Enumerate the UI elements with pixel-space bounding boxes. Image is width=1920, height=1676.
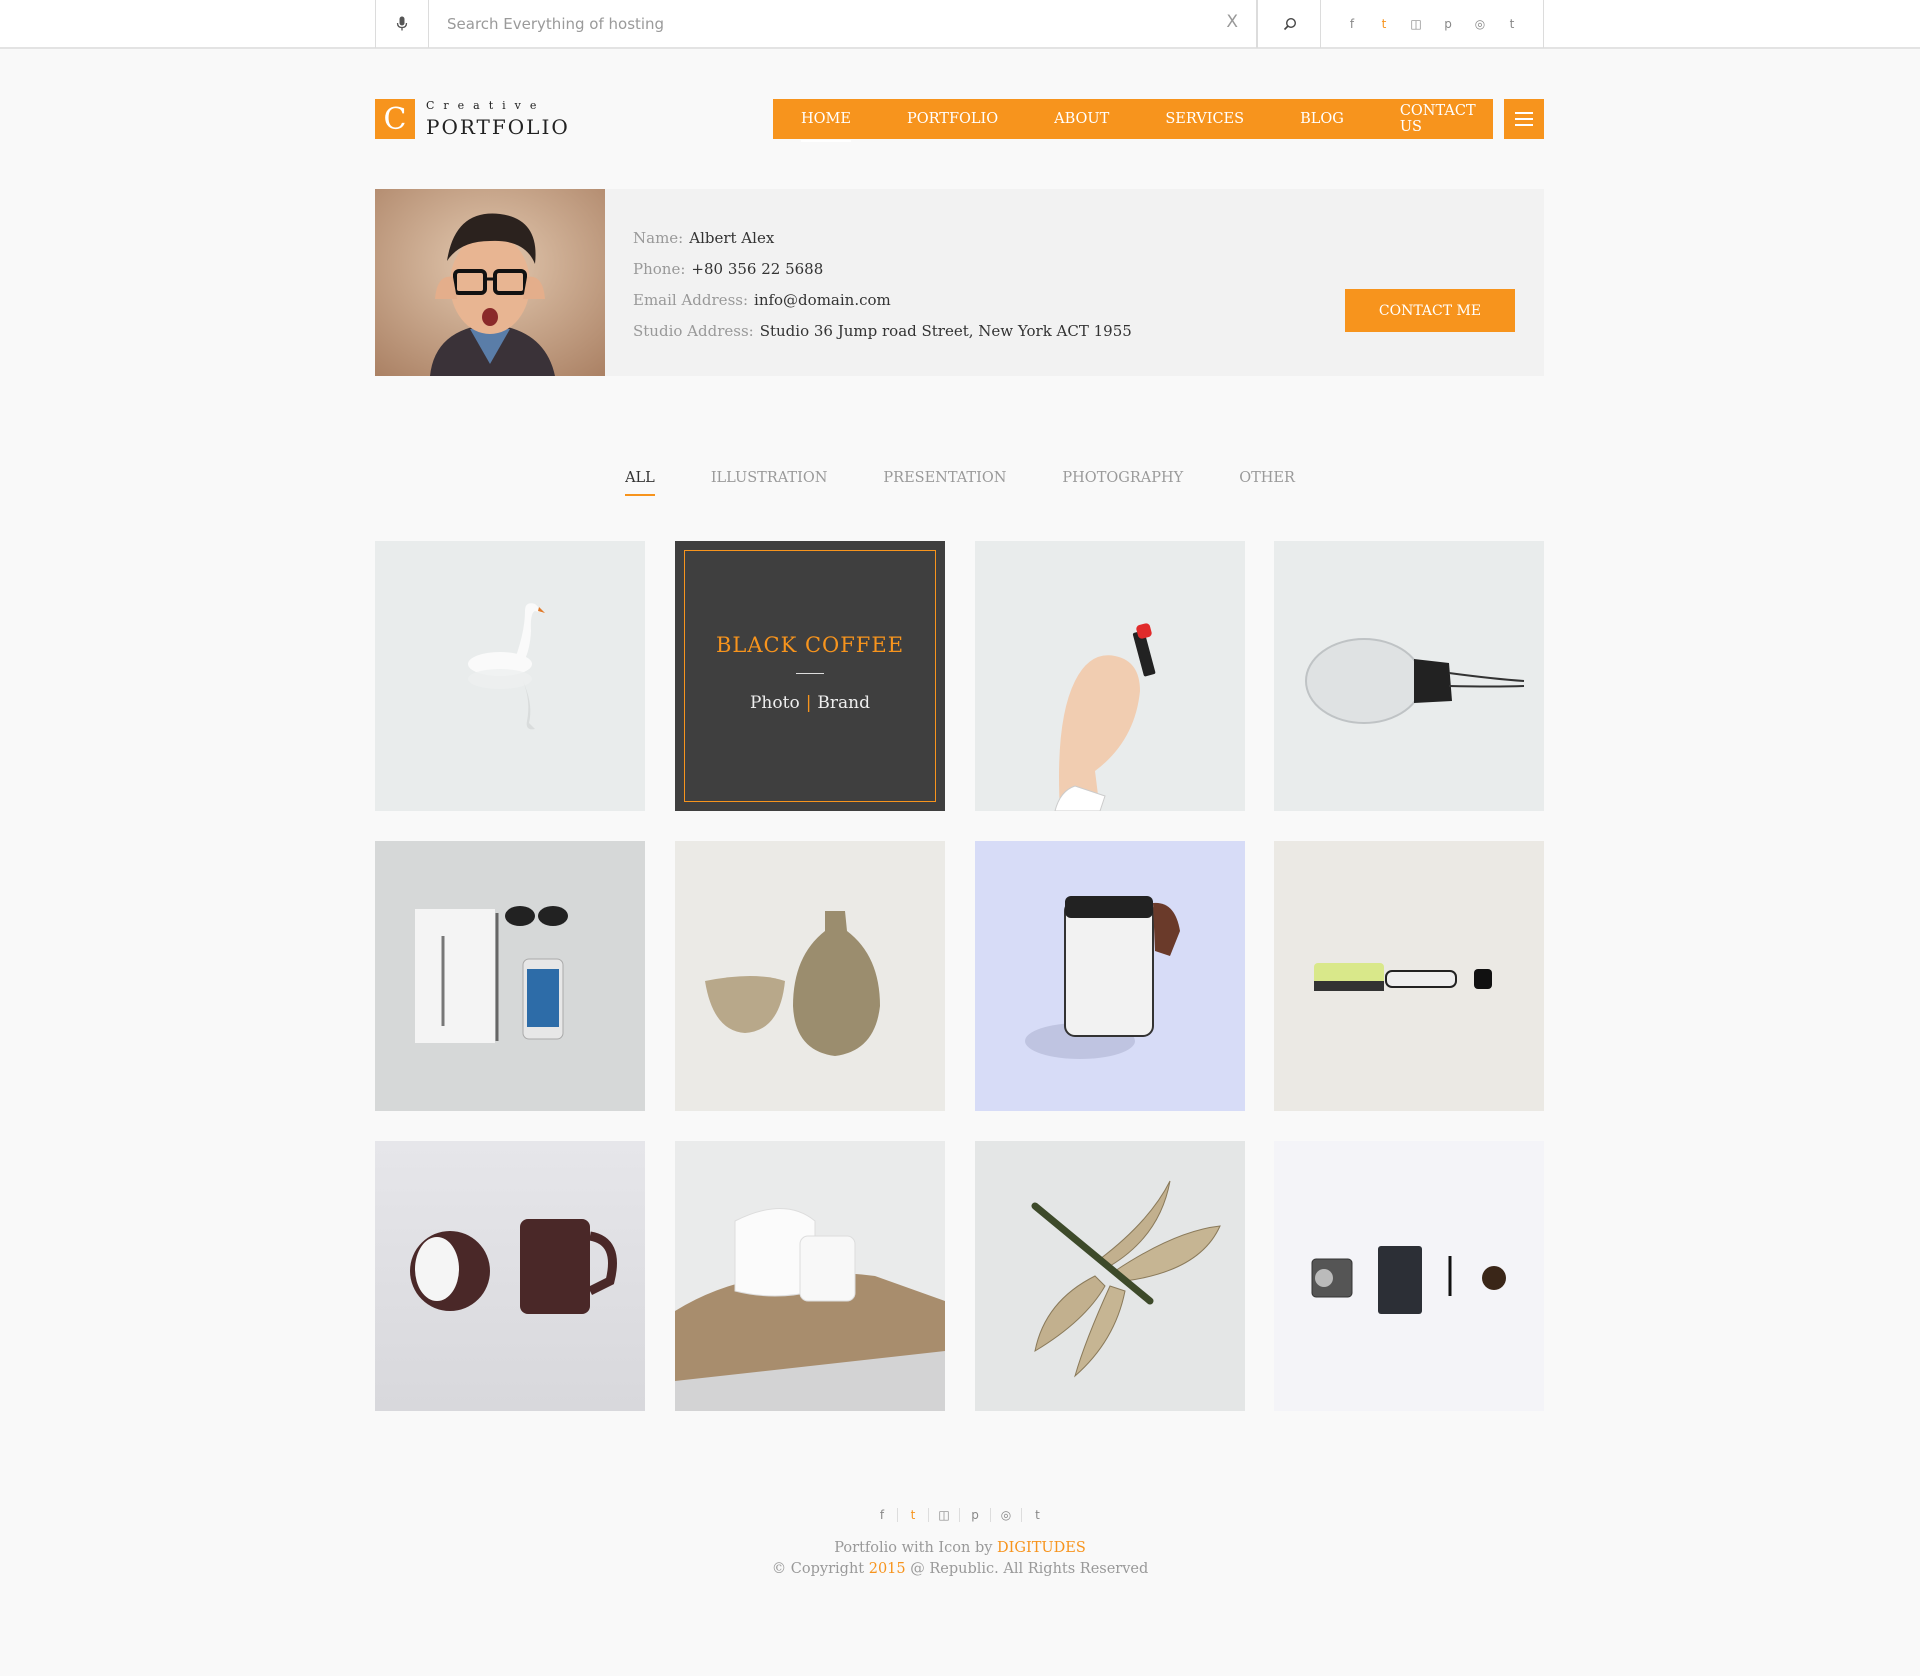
main-nav: HOME PORTFOLIO ABOUT SERVICES BLOG CONTA… <box>773 99 1493 142</box>
featured-divider <box>796 673 824 674</box>
site-logo[interactable]: C Creative PORTFOLIO <box>375 98 570 140</box>
copyright-year: 2015 <box>868 1561 906 1577</box>
portfolio-item-pottery[interactable] <box>675 841 945 1111</box>
search-bar: X <box>428 0 1257 48</box>
address-value: Studio 36 Jump road Street, New York ACT… <box>759 322 1132 340</box>
nav-item-contact-us[interactable]: CONTACT US <box>1400 103 1476 135</box>
twitter-icon[interactable]: t <box>898 1508 929 1522</box>
hamburger-icon <box>1515 112 1533 114</box>
hamburger-menu-button[interactable] <box>1504 99 1544 139</box>
microphone-button[interactable] <box>375 0 428 48</box>
avatar <box>375 189 605 376</box>
profile-info: Name: Albert Alex Phone: +80 356 22 5688 E… <box>633 223 1132 347</box>
footer-credit: Portfolio with Icon by DIGITUDES <box>834 1540 1086 1556</box>
search-icon <box>1283 17 1296 31</box>
filter-all[interactable]: ALL <box>625 470 655 496</box>
portfolio-item-eraser-marker[interactable] <box>1274 841 1544 1111</box>
tumblr-icon[interactable]: t <box>1504 17 1520 31</box>
category-separator: | <box>805 693 812 713</box>
nav-item-blog[interactable]: BLOG <box>1300 111 1344 127</box>
featured-category-brand[interactable]: Brand <box>817 693 870 713</box>
twitter-icon[interactable]: t <box>1376 17 1392 31</box>
instagram-icon[interactable]: ◫ <box>929 1508 960 1522</box>
phone-value: +80 356 22 5688 <box>691 260 824 278</box>
name-label: Name: <box>633 229 684 247</box>
filter-illustration[interactable]: ILLUSTRATION <box>711 470 828 486</box>
portfolio-item-teacup-set[interactable] <box>675 1141 945 1411</box>
dribbble-icon[interactable]: ◎ <box>991 1508 1022 1522</box>
featured-title: BLACK COFFEE <box>715 633 905 657</box>
portfolio-item-swan[interactable] <box>375 541 645 811</box>
footer-social-links: f t ◫ p ◎ t <box>0 1508 1920 1522</box>
clear-search-button[interactable]: X <box>1226 12 1238 32</box>
social-links: f t ◫ p ◎ t <box>1320 0 1544 48</box>
dribbble-icon[interactable]: ◎ <box>1472 17 1488 31</box>
tumblr-icon[interactable]: t <box>1022 1508 1053 1522</box>
logo-title: PORTFOLIO <box>426 114 570 139</box>
portfolio-item-hand-marker[interactable] <box>975 541 1245 811</box>
nav-item-services[interactable]: SERVICES <box>1165 111 1244 127</box>
top-bar: X f t ◫ p ◎ t <box>0 0 1920 49</box>
footer-brand-link[interactable]: DIGITUDES <box>997 1540 1086 1556</box>
featured-category-photo[interactable]: Photo <box>750 693 800 713</box>
facebook-icon[interactable]: f <box>1344 17 1360 31</box>
phone-label: Phone: <box>633 260 686 278</box>
logo-subtitle: Creative <box>426 98 546 112</box>
profile-card: Name: Albert Alex Phone: +80 356 22 5688 E… <box>375 189 1544 376</box>
filter-photography[interactable]: PHOTOGRAPHY <box>1062 470 1183 486</box>
portfolio-item-featured[interactable]: BLACK COFFEE Photo | Brand <box>675 541 945 811</box>
contact-me-button[interactable]: CONTACT ME <box>1345 289 1515 332</box>
portfolio-item-desk-items[interactable] <box>1274 1141 1544 1411</box>
email-value[interactable]: info@domain.com <box>754 291 891 309</box>
portfolio-item-dragonfly[interactable] <box>975 1141 1245 1411</box>
address-label: Studio Address: <box>633 322 754 340</box>
footer-copyright: © Copyright 2015 @ Republic. All Rights … <box>771 1561 1149 1577</box>
portfolio-item-lightbulb[interactable] <box>1274 541 1544 811</box>
name-value: Albert Alex <box>689 229 775 247</box>
filter-presentation[interactable]: PRESENTATION <box>883 470 1006 486</box>
email-label: Email Address: <box>633 291 749 309</box>
portfolio-item-mugs[interactable] <box>375 1141 645 1411</box>
portfolio-item-notebook[interactable] <box>375 841 645 1111</box>
nav-item-home[interactable]: HOME <box>801 111 851 142</box>
featured-frame <box>684 550 936 802</box>
featured-categories: Photo | Brand <box>675 693 945 713</box>
portfolio-item-film-roll[interactable] <box>975 841 1245 1111</box>
portfolio-filters: ALL ILLUSTRATION PRESENTATION PHOTOGRAPH… <box>0 470 1920 496</box>
facebook-icon[interactable]: f <box>867 1508 898 1522</box>
nav-item-portfolio[interactable]: PORTFOLIO <box>907 111 998 127</box>
search-button[interactable] <box>1257 0 1321 48</box>
search-input[interactable] <box>447 12 1167 36</box>
instagram-icon[interactable]: ◫ <box>1408 17 1424 31</box>
nav-item-about[interactable]: ABOUT <box>1054 111 1109 127</box>
pinterest-icon[interactable]: p <box>960 1508 991 1522</box>
logo-mark: C <box>375 99 415 139</box>
pinterest-icon[interactable]: p <box>1440 17 1456 31</box>
filter-other[interactable]: OTHER <box>1239 470 1295 486</box>
microphone-icon <box>396 16 408 31</box>
